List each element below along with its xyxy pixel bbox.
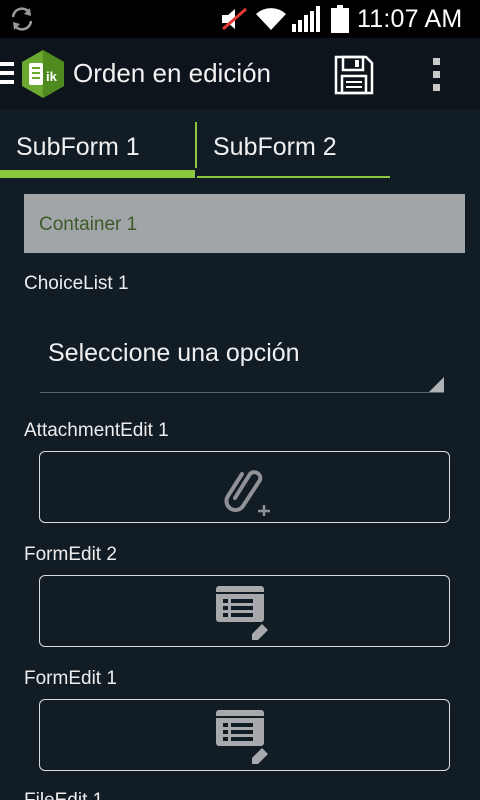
formedit-1-button[interactable]: [39, 699, 450, 771]
formedit-1-label: FormEdit 1: [24, 668, 117, 689]
container-header: Container 1: [24, 194, 465, 253]
save-icon[interactable]: [334, 55, 374, 95]
choicelist-placeholder: Seleccione una opción: [48, 339, 300, 367]
choicelist-label: ChoiceList 1: [24, 273, 129, 294]
form-edit-icon: [216, 710, 268, 764]
svg-text:ik: ik: [46, 69, 58, 84]
action-bar: ik Orden en edición: [0, 38, 480, 109]
attachment-add-icon: [224, 470, 270, 516]
status-bar: 11:07 AM: [0, 0, 480, 38]
mute-icon: [222, 7, 247, 31]
fileedit-1-label: FileEdit 1: [24, 790, 103, 800]
wifi-icon: [256, 8, 286, 30]
page-title: Orden en edición: [73, 58, 272, 88]
formedit-2-button[interactable]: [39, 575, 450, 647]
formedit-2-label: FormEdit 2: [24, 544, 117, 565]
signal-icon: [292, 6, 320, 32]
tab-selected-indicator: [0, 170, 195, 178]
tab-subform-1[interactable]: SubForm 1: [0, 109, 196, 181]
tab-underline: [197, 176, 390, 178]
drawer-icon[interactable]: [0, 62, 14, 84]
dropdown-corner-icon: [429, 377, 444, 392]
choicelist-select[interactable]: Seleccione una opción: [40, 325, 444, 393]
container-label: Container 1: [39, 214, 138, 235]
sync-icon: [11, 7, 33, 31]
tab-label: SubForm 2: [213, 133, 337, 161]
app-logo[interactable]: ik: [20, 49, 66, 99]
attachment-edit-label: AttachmentEdit 1: [24, 420, 169, 441]
attachment-edit-button[interactable]: [39, 451, 450, 523]
status-time: 11:07 AM: [357, 5, 463, 33]
form-edit-icon: [216, 586, 268, 640]
overflow-menu-icon[interactable]: [430, 58, 444, 92]
tab-subform-2[interactable]: SubForm 2: [197, 109, 390, 181]
tab-label: SubForm 1: [16, 133, 140, 161]
battery-icon: [331, 5, 349, 33]
